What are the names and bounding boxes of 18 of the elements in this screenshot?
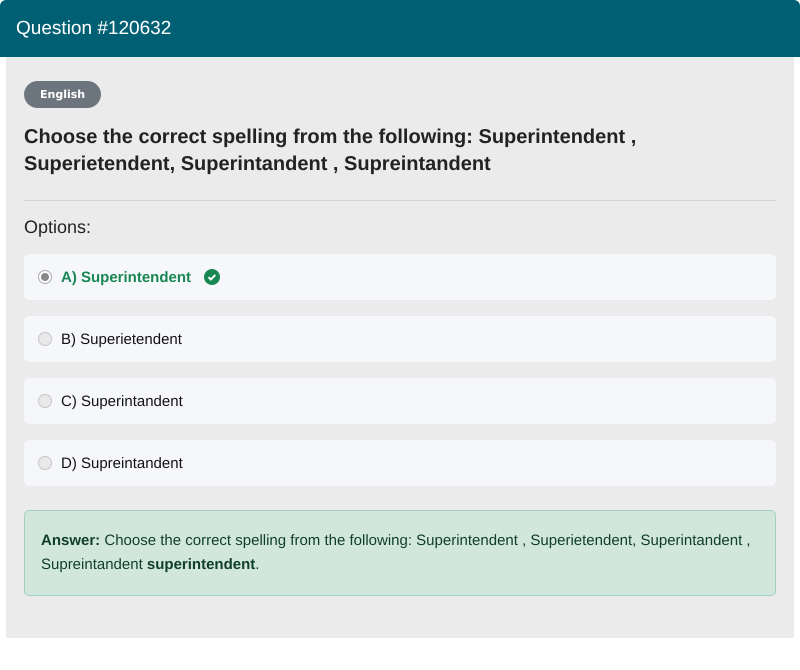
option-row[interactable]: A) Superintendent [24,254,776,300]
option-row[interactable]: D) Supreintandent [24,440,776,486]
language-badge: English [24,81,102,108]
option-row[interactable]: B) Superietendent [24,316,776,362]
answer-text: Answer: Choose the correct spelling from the following: Superintendent , Superietendent, Superintandent , Supreintandent superintendent. [24,510,776,596]
option-label: A) Superintendent [61,268,191,286]
question-title: Question #120632 [16,18,172,40]
option-label: B) Superietendent [61,330,182,348]
radio-button[interactable] [38,270,52,284]
radio-button[interactable] [38,332,52,346]
option-row[interactable]: C) Superintandent [24,378,776,424]
option-label: D) Supreintandent [61,454,183,472]
radio-button[interactable] [38,394,52,408]
option-label: C) Superintandent [61,392,183,410]
radio-button[interactable] [38,456,52,470]
options-label: Options: [24,217,92,238]
check-icon [204,269,220,285]
question-text: Choose the correct spelling from the following: Superintendent , Superietendent, Superintandent , Supreintandent [24,125,638,177]
